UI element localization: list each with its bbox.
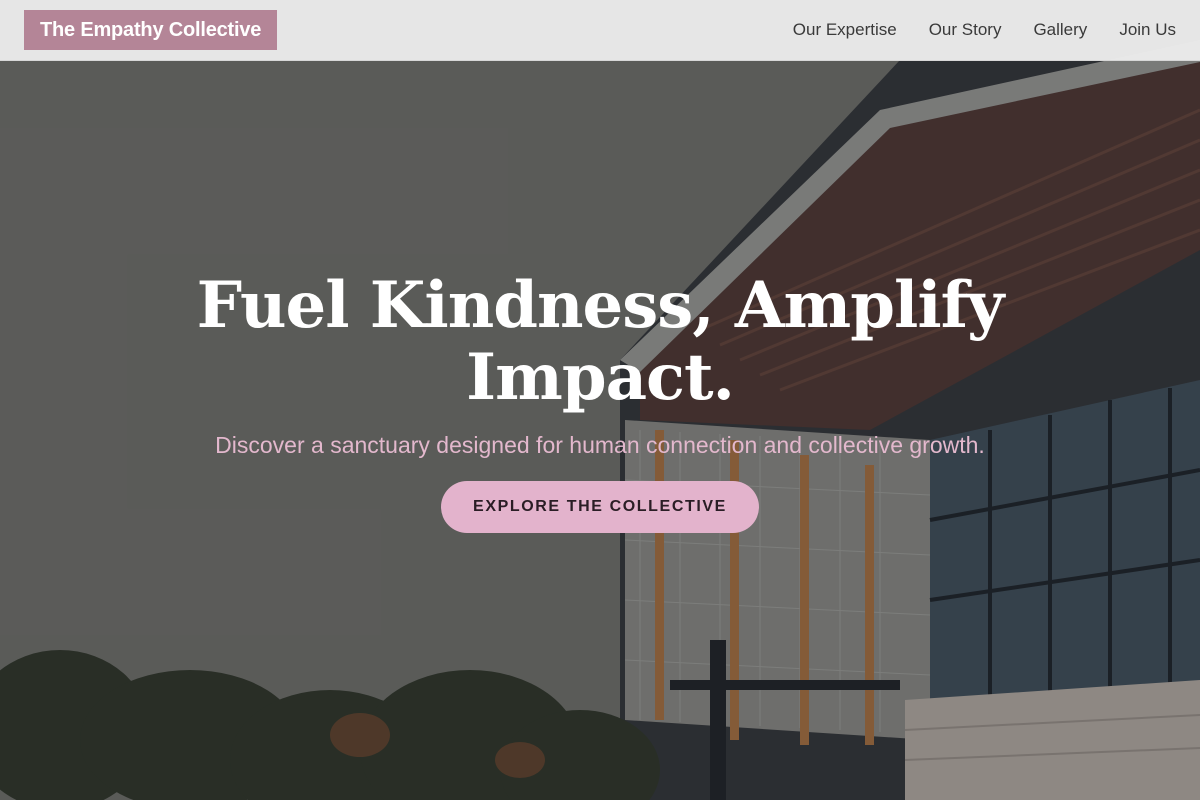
hero-subtitle: Discover a sanctuary designed for human … [215,432,985,458]
nav-item-join-us[interactable]: Join Us [1119,20,1176,40]
nav-item-gallery[interactable]: Gallery [1033,20,1087,40]
main-nav: Our Expertise Our Story Gallery Join Us [793,20,1176,40]
hero-title: Fuel Kindness, Amplify Impact. [196,268,1005,415]
nav-item-our-story[interactable]: Our Story [929,20,1002,40]
explore-collective-button[interactable]: EXPLORE THE COLLECTIVE [441,481,759,533]
page: The Empathy Collective Our Expertise Our… [0,0,1200,800]
site-header: The Empathy Collective Our Expertise Our… [0,0,1200,61]
hero-section: Fuel Kindness, Amplify Impact. Discover … [0,270,1200,533]
nav-item-our-expertise[interactable]: Our Expertise [793,20,897,40]
brand-logo[interactable]: The Empathy Collective [24,10,278,50]
